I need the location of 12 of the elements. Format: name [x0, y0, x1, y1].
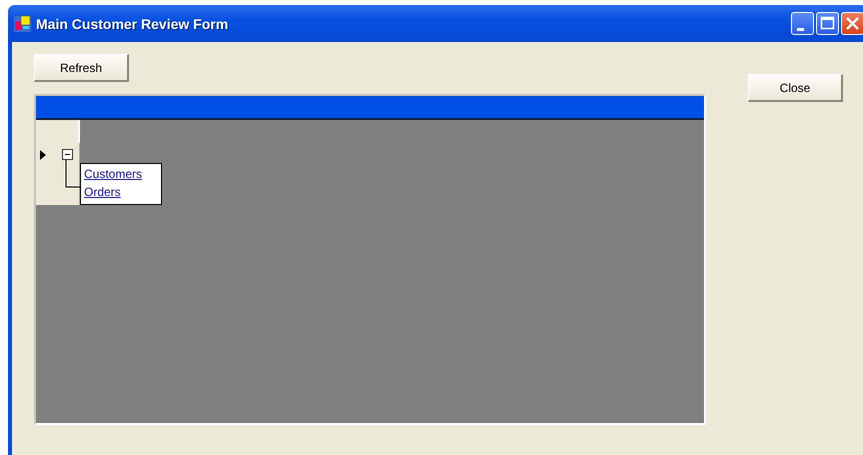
minimize-button[interactable] [791, 12, 814, 35]
minimize-icon [796, 28, 804, 30]
refresh-button[interactable]: Refresh [34, 54, 129, 82]
app-icon [14, 14, 32, 32]
row-pointer-icon [40, 150, 46, 160]
relation-link[interactable]: Orders [84, 183, 121, 201]
collapse-icon[interactable] [62, 149, 73, 160]
maximize-button[interactable] [816, 12, 839, 35]
close-form-button[interactable]: Close [748, 74, 843, 102]
window-title: Main Customer Review Form [36, 16, 230, 32]
relation-link[interactable]: Customers [84, 165, 142, 183]
close-button[interactable] [841, 12, 863, 35]
